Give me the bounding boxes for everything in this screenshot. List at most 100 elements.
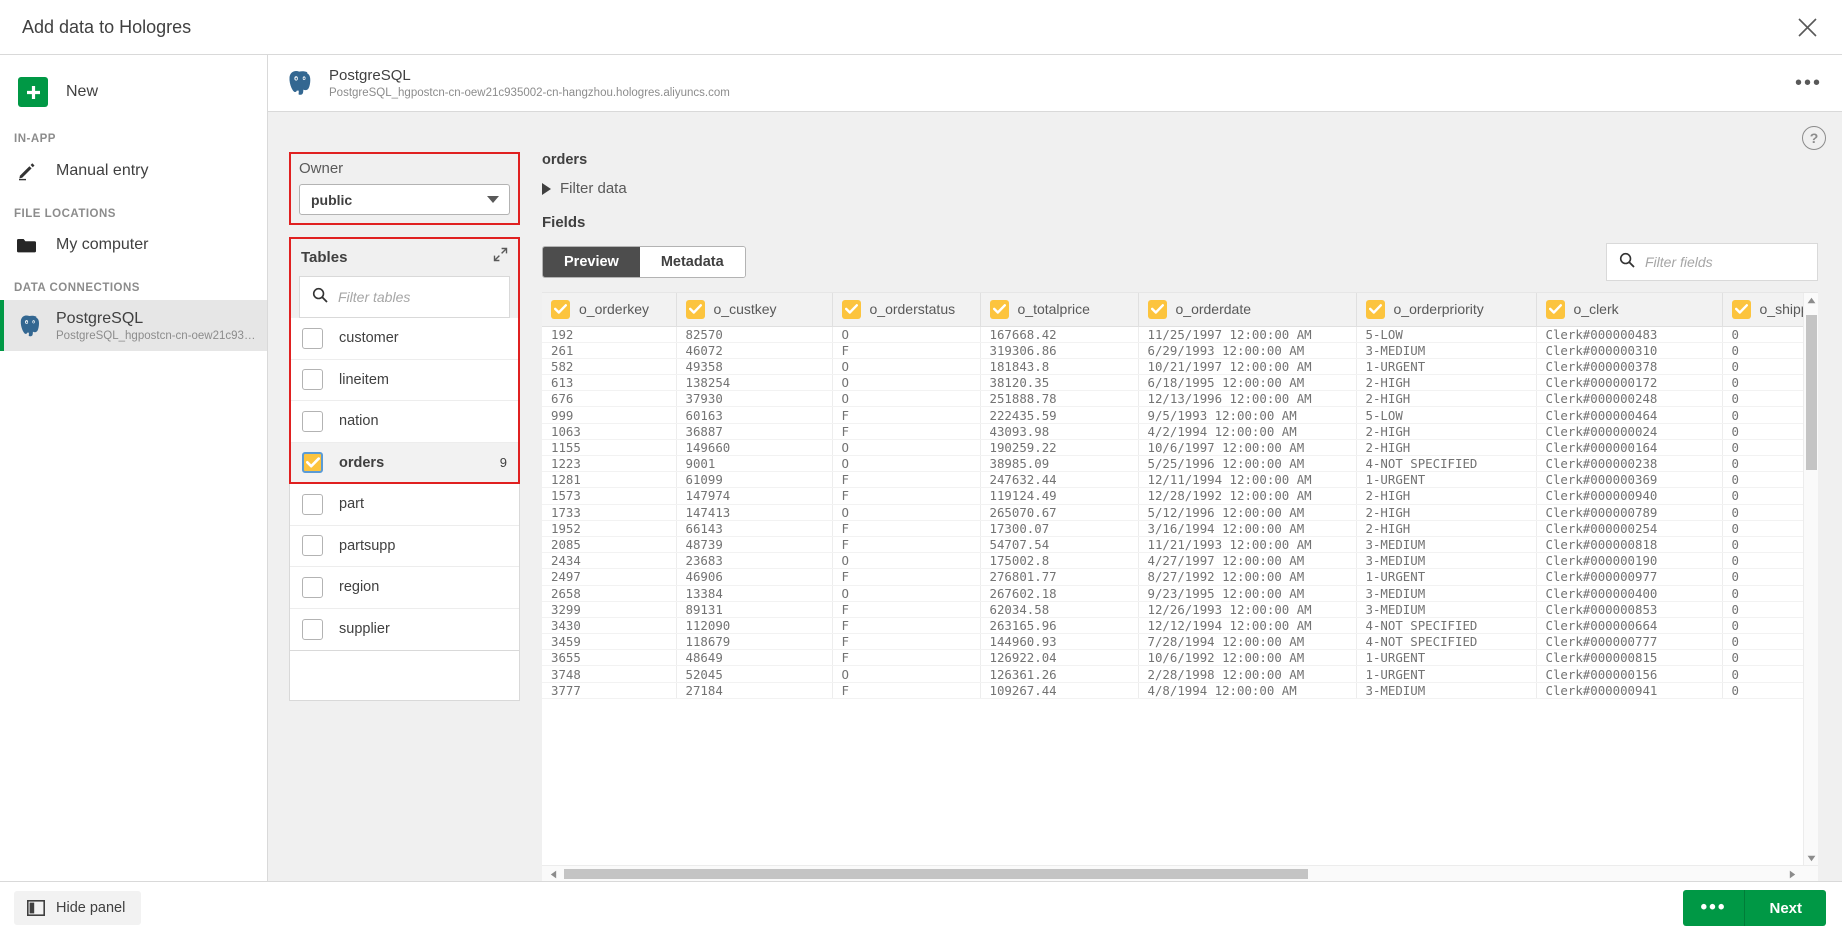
scroll-up-icon[interactable] (1804, 293, 1818, 307)
sidebar-item-label: Manual entry (56, 161, 149, 179)
table-cell: 36887 (676, 423, 833, 440)
table-list-item[interactable]: orders 9 (290, 442, 519, 484)
filter-tables-input[interactable] (338, 289, 520, 305)
hide-panel-button[interactable]: Hide panel (14, 891, 142, 925)
table-checkbox[interactable] (302, 369, 323, 391)
column-header[interactable]: o_orderstatus (832, 293, 981, 327)
filter-fields-field[interactable] (1606, 243, 1818, 281)
column-checkbox[interactable] (1545, 299, 1565, 319)
table-cell: 147413 (676, 504, 833, 521)
scroll-right-icon[interactable] (1785, 866, 1800, 882)
table-cell: Clerk#000000310 (1536, 342, 1723, 359)
table-cell: 48739 (676, 536, 833, 554)
column-checkbox[interactable] (685, 299, 705, 319)
tab-metadata[interactable]: Metadata (639, 247, 745, 277)
table-cell: 9/23/1995 12:00:00 AM (1138, 585, 1357, 602)
table-cell: 2085 (542, 536, 677, 554)
tab-preview[interactable]: Preview (543, 247, 640, 277)
vertical-scrollbar[interactable] (1803, 293, 1818, 865)
tables-header-highlight: Tables (289, 237, 520, 318)
column-checkbox[interactable] (989, 299, 1009, 319)
table-cell: 267602.18 (980, 585, 1139, 602)
column-checkbox[interactable] (841, 299, 861, 319)
table-checkbox[interactable] (302, 410, 323, 432)
table-cell: 3459 (542, 633, 677, 651)
table-cell: 319306.86 (980, 342, 1139, 359)
column-checkbox[interactable] (1731, 299, 1751, 319)
table-checkbox[interactable] (302, 493, 323, 515)
column-checkbox[interactable] (1147, 299, 1167, 319)
owner-dropdown[interactable]: public (299, 184, 510, 215)
horizontal-scroll-thumb[interactable] (564, 869, 1308, 879)
sidebar-item-my-computer[interactable]: My computer (0, 226, 267, 264)
sidebar-item-postgresql[interactable]: PostgreSQL PostgreSQL_hgpostcn-cn-oew21c… (0, 300, 267, 351)
table-list-item[interactable]: supplier (290, 609, 519, 651)
more-options-button[interactable]: ••• (1682, 890, 1745, 926)
table-row: 2497 46906 F 276801.77 8/27/1992 12:00:00 AM… (542, 568, 1818, 586)
table-list-item[interactable]: lineitem (290, 360, 519, 401)
folder-icon (16, 237, 48, 254)
filter-data-toggle[interactable]: Filter data (542, 180, 1818, 197)
postgresql-icon (289, 71, 311, 95)
table-cell: 10/6/1997 12:00:00 AM (1138, 439, 1357, 457)
table-cell: 276801.77 (980, 568, 1139, 586)
table-checkbox[interactable] (302, 327, 323, 349)
scroll-left-icon[interactable] (546, 866, 561, 882)
table-cell: Clerk#000000254 (1536, 520, 1723, 537)
table-checkbox[interactable] (302, 576, 323, 598)
main-panel: PostgreSQL PostgreSQL_hgpostcn-cn-oew21c… (268, 55, 1842, 881)
table-cell: 109267.44 (980, 682, 1139, 699)
table-row: 2658 13384 O 267602.18 9/23/1995 12:00:00 AM… (542, 585, 1818, 602)
table-cell: 38985.09 (980, 455, 1139, 473)
table-list-item[interactable]: customer (290, 318, 519, 360)
chevron-right-icon (542, 182, 551, 195)
table-cell: 1573 (542, 487, 677, 505)
table-field-count: 9 (499, 455, 507, 471)
table-cell: O (832, 390, 981, 408)
next-button[interactable]: Next (1744, 890, 1826, 926)
filter-tables-field[interactable] (299, 276, 520, 318)
column-checkbox[interactable] (551, 299, 570, 319)
column-header[interactable]: o_orderdate (1138, 293, 1357, 327)
table-list-item[interactable]: nation (290, 401, 519, 443)
table-list-item[interactable]: part (290, 484, 519, 526)
help-icon[interactable]: ? (1802, 126, 1826, 150)
column-header[interactable]: o_orderkey (542, 293, 677, 327)
table-list-item[interactable]: partsupp (290, 526, 519, 567)
table-checkbox[interactable] (302, 452, 323, 474)
page-title: Add data to Hologres (22, 16, 192, 37)
column-header[interactable]: o_clerk (1536, 293, 1723, 327)
close-icon[interactable] (1788, 8, 1826, 46)
table-cell: 222435.59 (980, 406, 1139, 424)
table-cell: Clerk#000000818 (1536, 536, 1723, 554)
connection-more-button[interactable]: ••• (1789, 73, 1828, 93)
column-header[interactable]: o_orderpriority (1356, 293, 1537, 327)
column-checkbox[interactable] (1365, 299, 1385, 319)
table-list-item[interactable]: region (290, 567, 519, 609)
expand-icon[interactable] (493, 247, 508, 267)
table-cell: 48649 (676, 649, 833, 667)
table-cell: 9/5/1993 12:00:00 AM (1138, 406, 1357, 424)
table-cell: F (832, 617, 981, 635)
preview-metadata-tabs: Preview Metadata (542, 246, 746, 278)
horizontal-scrollbar[interactable] (542, 865, 1818, 881)
tables-list-inner: customer lineitem nation orders 9 part partsup… (289, 318, 520, 651)
table-cell: 147974 (676, 487, 833, 505)
column-header[interactable]: o_custkey (676, 293, 833, 327)
column-header[interactable]: o_totalprice (980, 293, 1139, 327)
vertical-scroll-thumb[interactable] (1806, 315, 1817, 470)
table-cell: O (832, 358, 981, 376)
table-checkbox[interactable] (302, 618, 323, 640)
column-header-label: o_orderkey (579, 301, 650, 318)
table-cell: 2/28/1998 12:00:00 AM (1138, 665, 1357, 683)
scroll-down-icon[interactable] (1804, 851, 1818, 865)
table-row: 999 60163 F 222435.59 9/5/1993 12:00:00 AM 5-… (542, 406, 1818, 424)
table-cell: 1155 (542, 439, 677, 457)
sidebar-item-manual-entry[interactable]: Manual entry (0, 151, 267, 190)
table-checkbox[interactable] (302, 535, 323, 557)
table-cell: 6/29/1993 12:00:00 AM (1138, 342, 1357, 359)
new-button[interactable]: New (0, 69, 267, 115)
table-cell: Clerk#000000483 (1536, 326, 1723, 343)
table-row: 1281 61099 F 247632.44 12/11/1994 12:00:00 A… (542, 471, 1818, 489)
filter-fields-input[interactable] (1645, 254, 1805, 270)
